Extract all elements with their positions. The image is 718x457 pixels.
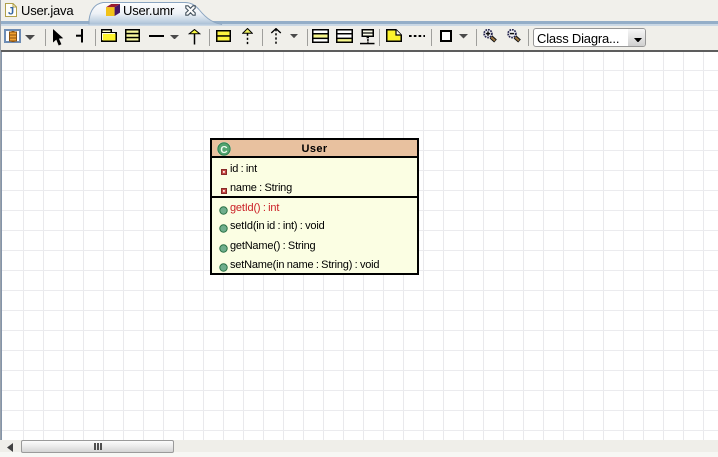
- svg-text:J: J: [8, 6, 14, 18]
- svg-text:C: C: [220, 145, 227, 156]
